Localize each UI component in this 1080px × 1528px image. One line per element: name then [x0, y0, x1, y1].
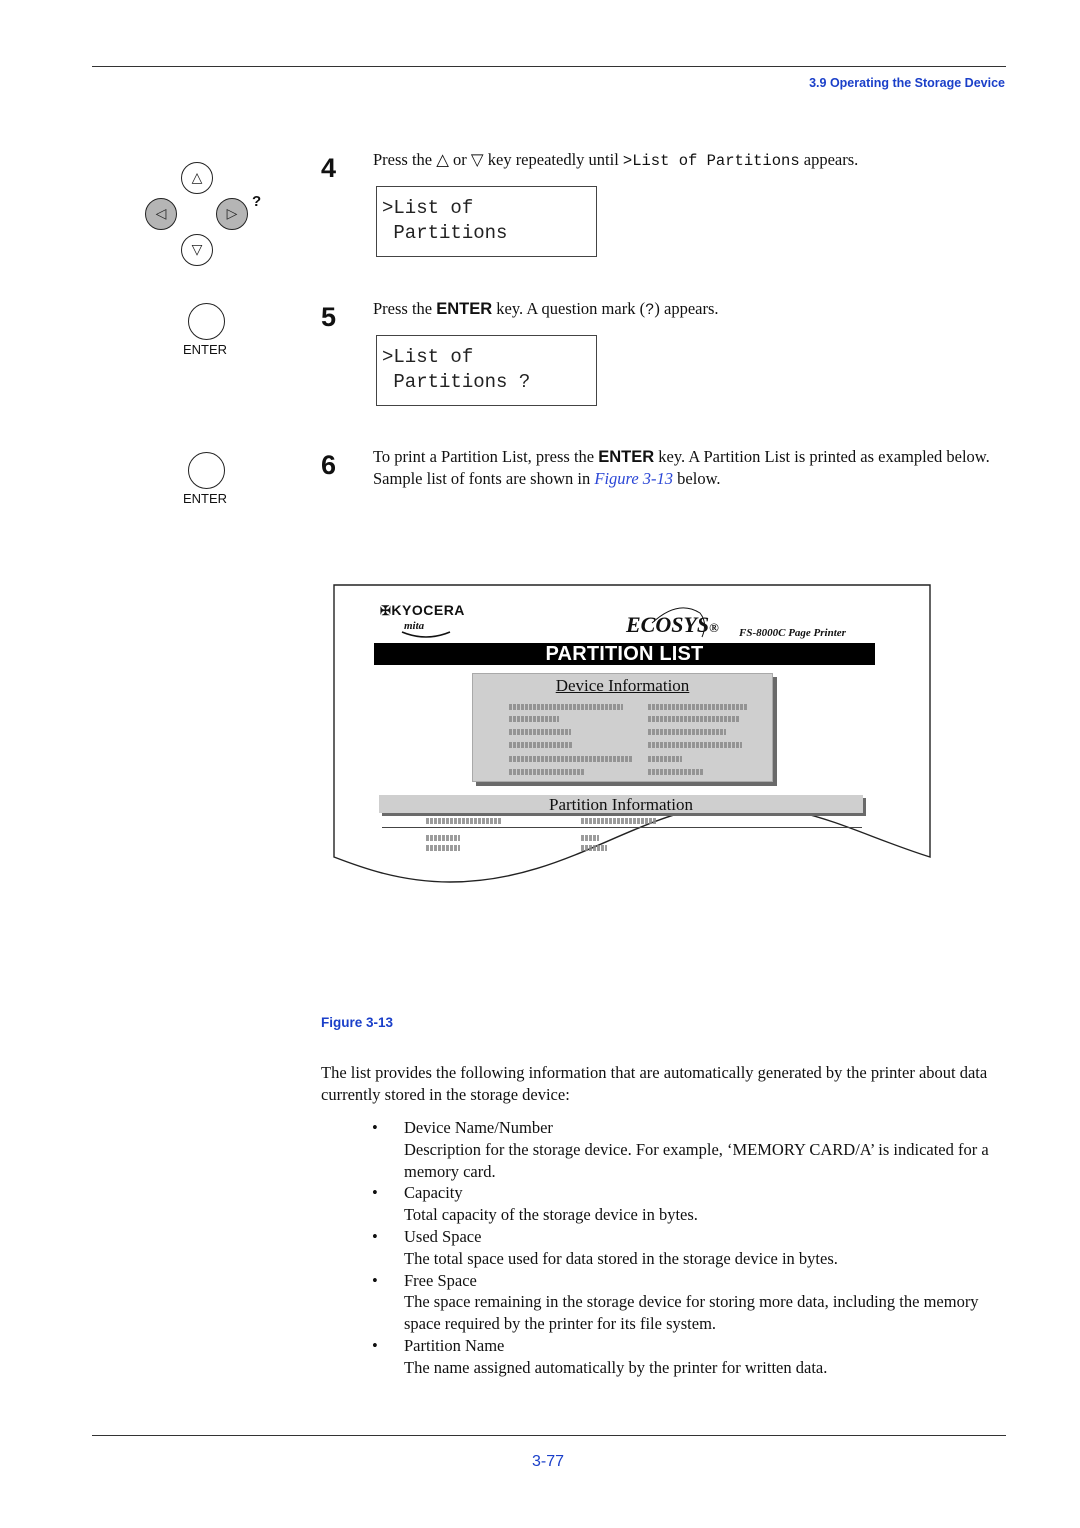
enter-key-label: ENTER [183, 491, 228, 506]
bullet-icon: • [372, 1335, 378, 1355]
step-number: 6 [321, 450, 337, 480]
right-key: ▷ [216, 198, 248, 230]
placeholder-text [426, 835, 460, 841]
text: To print a Partition List, press the [373, 447, 599, 466]
bullet-icon: • [372, 1226, 378, 1246]
key-name: ENTER [598, 448, 655, 466]
partition-information-bar: Partition Information [379, 795, 863, 814]
down-key: ▽ [181, 234, 213, 266]
enter-key-icon [188, 452, 225, 489]
text: appears. [799, 150, 859, 169]
enter-key-label: ENTER [183, 342, 228, 357]
bullet-icon: • [372, 1183, 378, 1203]
lcd-line: Partitions ? [382, 371, 531, 393]
code-text: ? [645, 301, 655, 319]
section-title: 3.9 Operating the Storage Device [809, 76, 1005, 90]
placeholder-text [581, 835, 599, 841]
kyocera-mark-icon: ✠ [380, 603, 392, 618]
down-arrow-icon: ▽ [191, 242, 203, 258]
placeholder-text [509, 729, 571, 735]
list-item: • Used Space The total space used for da… [372, 1226, 1012, 1270]
list-item: • Capacity Total capacity of the storage… [372, 1182, 1012, 1226]
item-description: The space remaining in the storage devic… [404, 1292, 979, 1334]
left-arrow-icon: ◁ [155, 206, 167, 222]
placeholder-text [648, 742, 742, 748]
info-list: • Device Name/Number Description for the… [372, 1117, 1012, 1379]
footer-rule [92, 1435, 1006, 1436]
lcd-line: Partitions [382, 222, 508, 244]
page-number: 3-77 [532, 1453, 565, 1470]
text: key. A question mark ( [492, 299, 646, 318]
right-arrow-icon: ▷ [226, 206, 238, 222]
placeholder-text [648, 729, 726, 735]
item-term: Partition Name [404, 1335, 505, 1355]
step-text: Press the ENTER key. A question mark (?)… [373, 298, 1013, 321]
placeholder-text [648, 704, 748, 710]
step-text: Press the △ or ▽ key repeatedly until >L… [373, 149, 1013, 172]
step-text: To print a Partition List, press the ENT… [373, 446, 1013, 490]
item-description: The total space used for data stored in … [404, 1248, 838, 1268]
item-term: Capacity [404, 1183, 463, 1203]
device-information-title: Device Information [555, 676, 690, 695]
placeholder-text [509, 769, 585, 775]
item-term: Device Name/Number [404, 1118, 553, 1137]
text: Press the △ or ▽ key repeatedly until [373, 150, 623, 169]
item-description: Description for the storage device. For … [404, 1139, 989, 1181]
text: below. [673, 469, 721, 488]
placeholder-text [509, 742, 573, 748]
item-term: Free Space [404, 1270, 477, 1290]
brand-name: KYOCERA [391, 602, 465, 618]
device-information-box: Device Information [472, 673, 773, 782]
enter-key-icon [188, 303, 225, 340]
placeholder-text [648, 769, 704, 775]
bullet-icon: • [372, 1270, 378, 1290]
placeholder-text [581, 818, 656, 824]
placeholder-text [426, 845, 460, 851]
mita-swoosh-icon [401, 631, 451, 638]
ecosys-arc-icon [651, 607, 706, 638]
kyocera-logo: ✠KYOCERA [380, 602, 465, 619]
item-term: Used Space [404, 1226, 482, 1246]
bullet-icon: • [372, 1118, 378, 1137]
placeholder-text [426, 818, 501, 824]
figure-caption: Figure 3-13 [321, 1015, 394, 1030]
key-name: ENTER [436, 300, 493, 318]
text: ) appears. [654, 299, 719, 318]
question-mark-icon: ? [252, 193, 262, 210]
lcd-display: >List of Partitions ? [376, 335, 597, 406]
placeholder-text [509, 704, 623, 710]
figure-link[interactable]: Figure 3-13 [594, 469, 673, 488]
partition-header-rule [382, 827, 862, 828]
up-arrow-icon: △ [191, 170, 203, 186]
item-description: The name assigned automatically by the p… [404, 1357, 828, 1377]
printer-model: FS-8000C Page Printer [739, 627, 846, 639]
header-rule [92, 66, 1006, 67]
lcd-line: >List of [382, 197, 474, 219]
step-number: 4 [321, 153, 337, 183]
item-description: Total capacity of the storage device in … [404, 1205, 698, 1225]
lcd-line: >List of [382, 346, 474, 368]
lcd-display: >List of Partitions [376, 186, 597, 257]
placeholder-text [648, 756, 682, 762]
list-item: • Free Space The space remaining in the … [372, 1270, 1012, 1335]
intro-paragraph: The list provides the following informat… [321, 1063, 988, 1104]
text: Press the [373, 299, 437, 318]
list-item: • Device Name/Number Description for the… [372, 1117, 1012, 1182]
left-key: ◁ [145, 198, 177, 230]
placeholder-text [648, 716, 740, 722]
up-key: △ [181, 162, 213, 194]
placeholder-text [581, 845, 607, 851]
placeholder-text [509, 716, 559, 722]
step-number: 5 [321, 302, 337, 332]
code-text: >List of Partitions [622, 152, 800, 170]
registered-mark: ® [709, 620, 719, 635]
list-item: • Partition Name The name assigned autom… [372, 1335, 1012, 1379]
placeholder-text [509, 756, 633, 762]
partition-list-banner: PARTITION LIST [374, 643, 875, 665]
